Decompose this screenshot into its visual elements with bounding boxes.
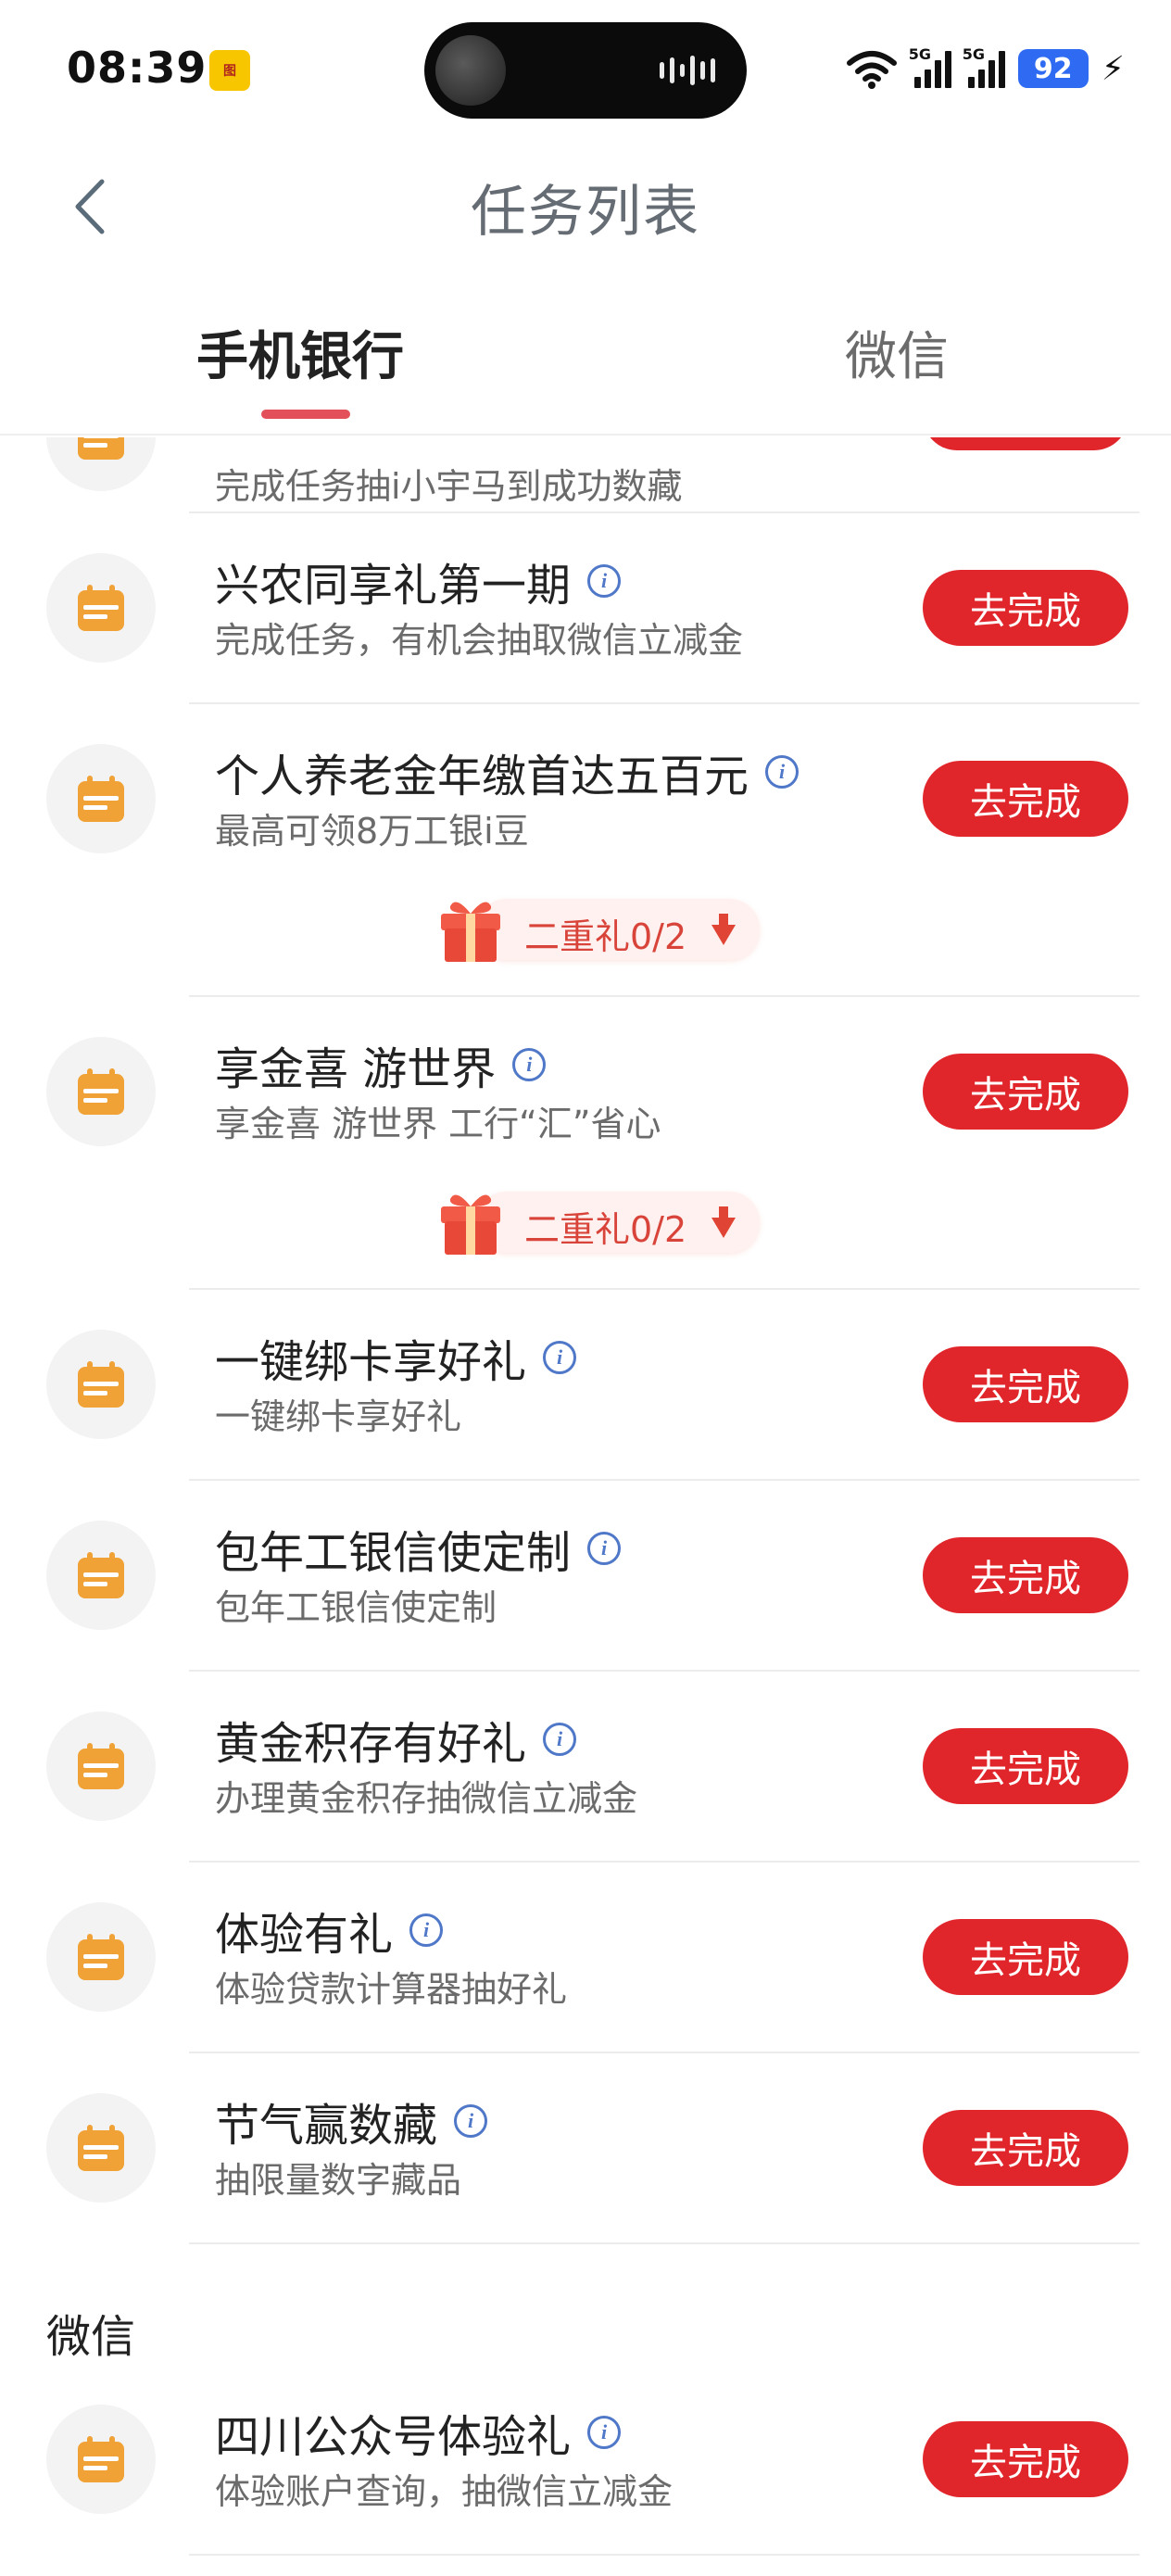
- task-title: 黄金积存有好礼: [215, 1718, 527, 1770]
- complete-task-button[interactable]: 去完成: [923, 761, 1128, 837]
- chevron-down-icon: [711, 1206, 736, 1238]
- cellular-signal-icon: 5G: [909, 45, 951, 88]
- complete-task-button[interactable]: 去完成: [923, 1728, 1128, 1804]
- audio-wave-icon: [660, 56, 715, 85]
- task-title: 兴农同享礼第一期: [215, 560, 572, 612]
- complete-task-button[interactable]: 去完成: [923, 1537, 1128, 1613]
- task-description: 办理黄金积存抽微信立减金: [215, 1778, 638, 1819]
- charging-icon: ⚡: [1101, 49, 1125, 88]
- complete-task-button[interactable]: 去完成: [923, 1919, 1128, 1995]
- reward-progress[interactable]: 二重礼0/2: [435, 895, 760, 964]
- calendar-task-icon: [46, 553, 156, 663]
- page-title: 任务列表: [471, 180, 700, 245]
- list-item: 节气赢数藏 i 抽限量数字藏品 去完成: [0, 2053, 1171, 2242]
- app-notification-icon: 图: [209, 50, 250, 91]
- info-icon[interactable]: i: [512, 1048, 547, 1081]
- task-title-row: 体验有礼 i: [215, 1898, 444, 1963]
- dynamic-island: [424, 22, 747, 119]
- list-item: 体验有礼 i 体验贷款计算器抽好礼 去完成: [0, 1863, 1171, 2052]
- complete-task-button[interactable]: [923, 437, 1128, 450]
- info-icon[interactable]: i: [587, 564, 622, 598]
- calendar-task-icon: [46, 1037, 156, 1146]
- gift-icon: [441, 1194, 500, 1255]
- list-item: 享金喜 游世界 i 享金喜 游世界 工行“汇”省心 去完成 二重礼0/2: [0, 997, 1171, 1288]
- complete-task-button[interactable]: 去完成: [923, 1054, 1128, 1130]
- wifi-icon: [846, 51, 897, 89]
- task-title-row: 包年工银信使定制 i: [215, 1516, 622, 1581]
- task-description: 抽限量数字藏品: [215, 2160, 462, 2201]
- calendar-task-icon: [46, 1521, 156, 1630]
- complete-task-button[interactable]: 去完成: [923, 1346, 1128, 1422]
- task-title-row: 黄金积存有好礼 i: [215, 1707, 577, 1772]
- task-description: 完成任务，有机会抽取微信立减金: [215, 620, 744, 661]
- task-title: 享金喜 游世界: [215, 1043, 497, 1095]
- task-description: 包年工银信使定制: [215, 1587, 497, 1628]
- info-icon[interactable]: i: [765, 755, 800, 789]
- info-icon[interactable]: i: [587, 1532, 622, 1565]
- calendar-task-icon: [46, 2093, 156, 2203]
- info-icon[interactable]: i: [543, 1341, 577, 1374]
- status-indicators: 5G 5G 92 ⚡: [846, 43, 1125, 95]
- section-title-wechat: 微信: [46, 2311, 136, 2363]
- status-bar: 08:39 图 5G 5G 92 ⚡: [0, 0, 1171, 139]
- task-list[interactable]: 完成任务抽i小宇马到成功数藏 兴农同享礼第一期 i 完成任务，有机会抽取微信立减…: [0, 437, 1171, 2576]
- task-title: 包年工银信使定制: [215, 1527, 572, 1579]
- complete-task-button[interactable]: 去完成: [923, 2421, 1128, 2497]
- task-title-row: 一键绑卡享好礼 i: [215, 1325, 577, 1390]
- calendar-task-icon: [46, 1711, 156, 1821]
- task-title-row: 节气赢数藏 i: [215, 2089, 488, 2153]
- calendar-task-icon: [46, 1902, 156, 2012]
- list-item: 四川公众号体验礼 i 体验账户查询，抽微信立减金 去完成: [0, 2365, 1171, 2554]
- task-title: 个人养老金年缴首达五百元: [215, 751, 749, 802]
- task-description: 最高可领8万工银i豆: [215, 811, 529, 852]
- task-title: 体验有礼: [215, 1909, 394, 1961]
- list-item: 完成任务抽i小宇马到成功数藏: [0, 437, 1171, 511]
- tab-mobile-banking[interactable]: 手机银行: [196, 315, 404, 390]
- list-item: 一键绑卡享好礼 i 一键绑卡享好礼 去完成: [0, 1290, 1171, 1479]
- divider: [189, 2242, 1140, 2244]
- info-icon[interactable]: i: [409, 1913, 444, 1947]
- task-title-row: 兴农同享礼第一期 i: [215, 549, 622, 613]
- list-item: 兴农同享礼第一期 i 完成任务，有机会抽取微信立减金 去完成: [0, 513, 1171, 702]
- task-title: 一键绑卡享好礼: [215, 1336, 527, 1388]
- list-item: 包年工银信使定制 i 包年工银信使定制 去完成: [0, 1481, 1171, 1670]
- tab-wechat[interactable]: 微信: [845, 315, 949, 390]
- calendar-task-icon: [46, 2405, 156, 2514]
- reward-progress[interactable]: 二重礼0/2: [435, 1188, 760, 1256]
- task-description: 体验贷款计算器抽好礼: [215, 1969, 568, 2010]
- task-title-row: 四川公众号体验礼 i: [215, 2400, 622, 2465]
- calendar-task-icon: [46, 437, 156, 491]
- gift-icon: [441, 902, 500, 962]
- complete-task-button[interactable]: 去完成: [923, 570, 1128, 646]
- cellular-signal-2-icon: 5G: [963, 45, 1005, 88]
- task-title: 节气赢数藏: [215, 2100, 438, 2152]
- nav-header: 任务列表: [0, 139, 1171, 269]
- info-icon[interactable]: i: [543, 1723, 577, 1756]
- info-icon[interactable]: i: [587, 2416, 622, 2449]
- battery-icon: 92: [1017, 49, 1089, 88]
- task-description: 完成任务抽i小宇马到成功数藏: [215, 466, 683, 507]
- active-tab-indicator: [261, 410, 350, 419]
- now-playing-artwork-icon: [435, 35, 506, 106]
- complete-task-button[interactable]: 去完成: [923, 2110, 1128, 2186]
- tab-bar: 手机银行 微信: [0, 297, 1171, 436]
- network-type-label: 5G: [908, 45, 931, 63]
- info-icon[interactable]: i: [454, 2104, 488, 2138]
- reward-label: 二重礼0/2: [524, 916, 687, 957]
- divider: [189, 2554, 1140, 2556]
- calendar-task-icon: [46, 1330, 156, 1439]
- task-title-row: 享金喜 游世界 i: [215, 1032, 547, 1097]
- chevron-down-icon: [711, 914, 736, 945]
- task-description: 享金喜 游世界 工行“汇”省心: [215, 1104, 661, 1144]
- task-title: 四川公众号体验礼: [215, 2411, 572, 2463]
- task-description: 一键绑卡享好礼: [215, 1396, 462, 1437]
- task-description: 体验账户查询，抽微信立减金: [215, 2471, 674, 2512]
- status-time: 08:39: [67, 43, 208, 93]
- network-type-label-2: 5G: [962, 45, 985, 63]
- task-title-row: 个人养老金年缴首达五百元 i: [215, 739, 800, 804]
- list-item: 黄金积存有好礼 i 办理黄金积存抽微信立减金 去完成: [0, 1672, 1171, 1861]
- calendar-task-icon: [46, 744, 156, 853]
- reward-label: 二重礼0/2: [524, 1209, 687, 1250]
- list-item: 个人养老金年缴首达五百元 i 最高可领8万工银i豆 去完成 二重礼0/2: [0, 704, 1171, 995]
